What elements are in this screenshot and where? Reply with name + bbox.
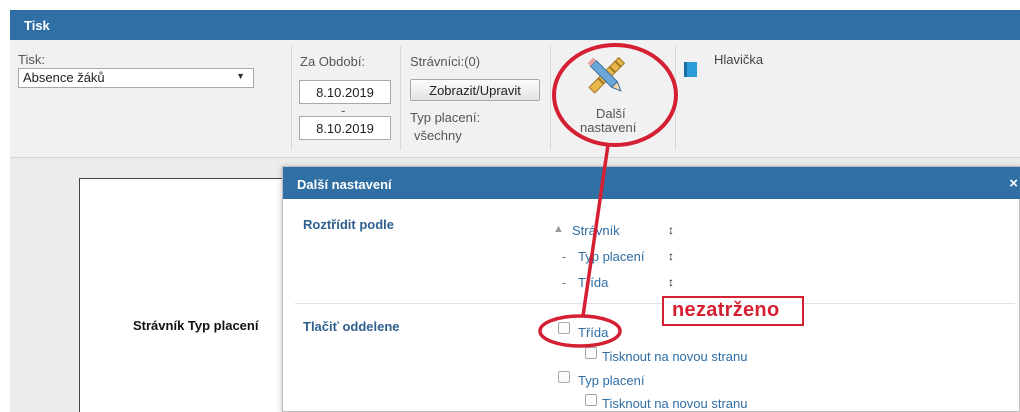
tools-icon (587, 56, 626, 94)
dialog-title-bar: Další nastavení × (283, 167, 1020, 199)
preview-columns: Strávník Typ placení (133, 318, 259, 333)
reorder-icon[interactable]: ↕ (668, 223, 674, 237)
toolbar-divider (550, 46, 551, 150)
annotation-label: nezatrženo (662, 296, 804, 326)
window-title-bar: Tisk (10, 10, 1020, 40)
checkbox-trida-label[interactable]: Třída (578, 325, 608, 340)
sort-item-typ-placeni[interactable]: Typ placení (578, 249, 645, 264)
payment-type-label: Typ placení: (410, 110, 481, 125)
checkbox-trida-new-page-label[interactable]: Tisknout na novou stranu (602, 349, 748, 364)
checkbox-typ-placeni[interactable] (558, 371, 570, 383)
checkbox-typ-placeni-new-page-label[interactable]: Tisknout na novou stranu (602, 396, 748, 411)
print-type-value: Absence žáků (23, 70, 105, 85)
book-icon (684, 62, 697, 77)
toolbar-divider (291, 46, 292, 150)
dialog-title: Další nastavení (297, 177, 392, 192)
checkbox-typ-placeni-label[interactable]: Typ placení (578, 373, 645, 388)
dropdown-arrow-icon: ▼ (236, 71, 245, 81)
checkbox-typ-placeni-new-page[interactable] (585, 394, 597, 406)
payment-type-value: všechny (414, 128, 462, 143)
period-label: Za Období: (300, 54, 366, 69)
print-label: Tisk: (18, 52, 45, 67)
date-from-input[interactable]: 8.10.2019 (299, 80, 391, 104)
section-divider (295, 303, 1015, 304)
print-separately-label: Tlačiť oddelene (303, 319, 400, 334)
toolbar-divider (675, 46, 676, 150)
sort-by-label: Roztřídit podle (303, 217, 394, 232)
window-title: Tisk (24, 18, 50, 33)
sort-item-trida[interactable]: Třída (578, 275, 608, 290)
checkbox-trida-new-page[interactable] (585, 347, 597, 359)
date-to-input[interactable]: 8.10.2019 (299, 116, 391, 140)
header-link-label: Hlavička (714, 52, 764, 67)
show-edit-button[interactable]: Zobrazit/Upravit (410, 79, 540, 101)
sort-item-prefix: - (562, 249, 567, 264)
more-settings-dialog: Další nastavení × Roztřídit podle ▲ Strá… (282, 166, 1020, 412)
print-toolbar: Tisk: Absence žáků ▼ Za Období: 8.10.201… (10, 40, 1020, 158)
sort-asc-icon: ▲ (553, 223, 564, 235)
reorder-icon[interactable]: ↕ (668, 249, 674, 263)
print-type-select[interactable]: Absence žáků ▼ (18, 68, 254, 88)
toolbar-divider (400, 46, 401, 150)
more-settings-label-line2: nastavení (580, 120, 637, 135)
more-settings-label-line1: Další (596, 106, 626, 121)
reorder-icon[interactable]: ↕ (668, 275, 674, 289)
diners-label: Strávníci:(0) (410, 54, 481, 69)
preview-page (79, 178, 290, 412)
sort-item-prefix: - (562, 275, 567, 290)
sort-item-stravnik[interactable]: Strávník (572, 223, 620, 238)
checkbox-trida[interactable] (558, 322, 570, 334)
close-icon[interactable]: × (1009, 175, 1018, 192)
header-link[interactable]: Hlavička (694, 52, 794, 70)
